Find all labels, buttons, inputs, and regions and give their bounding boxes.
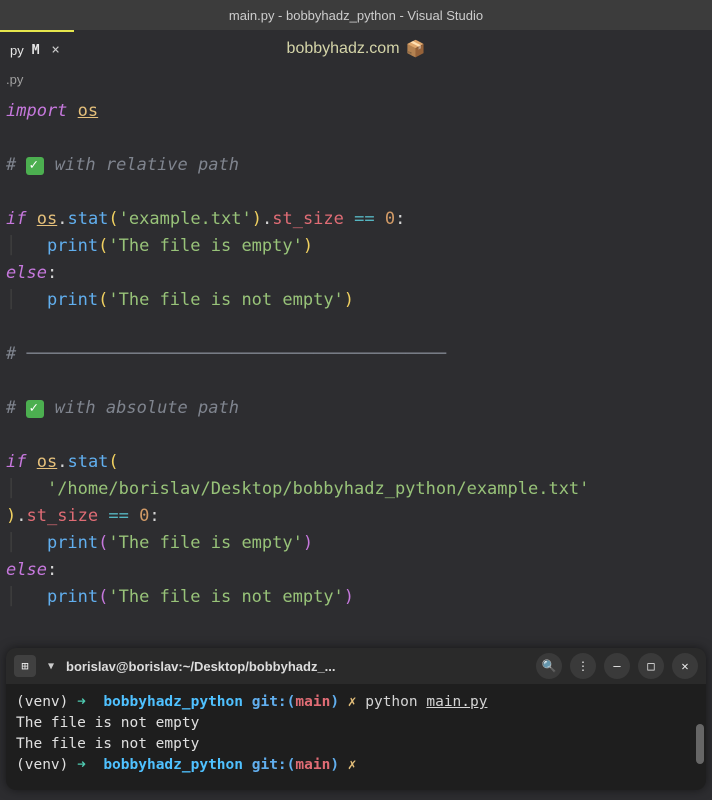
terminal-window: ⊞ ▼ borislav@borislav:~/Desktop/bobbyhad… — [6, 648, 706, 790]
module-os: os — [78, 101, 98, 121]
watermark-text: bobbyhadz.com — [287, 40, 400, 58]
terminal-output: The file is not empty — [16, 713, 696, 734]
watermark-emoji: 📦 — [406, 39, 426, 59]
terminal-dropdown-icon[interactable]: ▼ — [44, 661, 58, 672]
terminal-title: borislav@borislav:~/Desktop/bobbyhadz_..… — [66, 659, 528, 674]
terminal-search-button[interactable]: 🔍 — [536, 653, 562, 679]
terminal-newtab-button[interactable]: ⊞ — [14, 655, 36, 677]
breadcrumb[interactable]: .py — [0, 68, 712, 90]
tab-label: py — [10, 43, 24, 58]
terminal-prompt: (venv) ➜ bobbyhadz_python git:(main) ✗ — [16, 755, 696, 776]
comment-absolute: # with absolute path — [6, 398, 239, 418]
search-icon: 🔍 — [542, 659, 557, 673]
comment-relative: # with relative path — [6, 155, 239, 175]
keyword-if: if — [6, 209, 26, 229]
breadcrumb-text: .py — [6, 72, 23, 87]
keyword-else: else — [6, 263, 47, 283]
tab-modified-indicator: M — [32, 43, 40, 58]
maximize-icon: □ — [647, 659, 654, 673]
window-title: main.py - bobbyhadz_python - Visual Stud… — [229, 8, 483, 23]
close-icon: ✕ — [681, 659, 688, 673]
tab-main-py[interactable]: py M × — [0, 30, 74, 68]
menu-icon: ⋮ — [577, 659, 589, 673]
watermark: bobbyhadz.com 📦 — [287, 39, 426, 59]
tab-bar: py M × bobbyhadz.com 📦 — [0, 30, 712, 68]
terminal-body[interactable]: (venv) ➜ bobbyhadz_python git:(main) ✗ p… — [6, 684, 706, 790]
check-icon — [26, 157, 44, 175]
comment-separator: # ──────────────────────────────────────… — [6, 344, 446, 364]
terminal-title-bar: ⊞ ▼ borislav@borislav:~/Desktop/bobbyhad… — [6, 648, 706, 684]
code-editor[interactable]: import os # with relative path if os.sta… — [0, 90, 712, 619]
check-icon — [26, 400, 44, 418]
window-title-bar: main.py - bobbyhadz_python - Visual Stud… — [0, 0, 712, 30]
terminal-maximize-button[interactable]: □ — [638, 653, 664, 679]
terminal-close-button[interactable]: ✕ — [672, 653, 698, 679]
tab-close-button[interactable]: × — [48, 42, 64, 58]
terminal-line: (venv) ➜ bobbyhadz_python git:(main) ✗ p… — [16, 692, 696, 713]
terminal-output: The file is not empty — [16, 734, 696, 755]
terminal-scrollbar[interactable] — [696, 724, 704, 764]
terminal-menu-button[interactable]: ⋮ — [570, 653, 596, 679]
minimize-icon: — — [613, 659, 620, 673]
newtab-icon: ⊞ — [21, 659, 28, 673]
keyword-import: import — [6, 101, 67, 121]
terminal-minimize-button[interactable]: — — [604, 653, 630, 679]
